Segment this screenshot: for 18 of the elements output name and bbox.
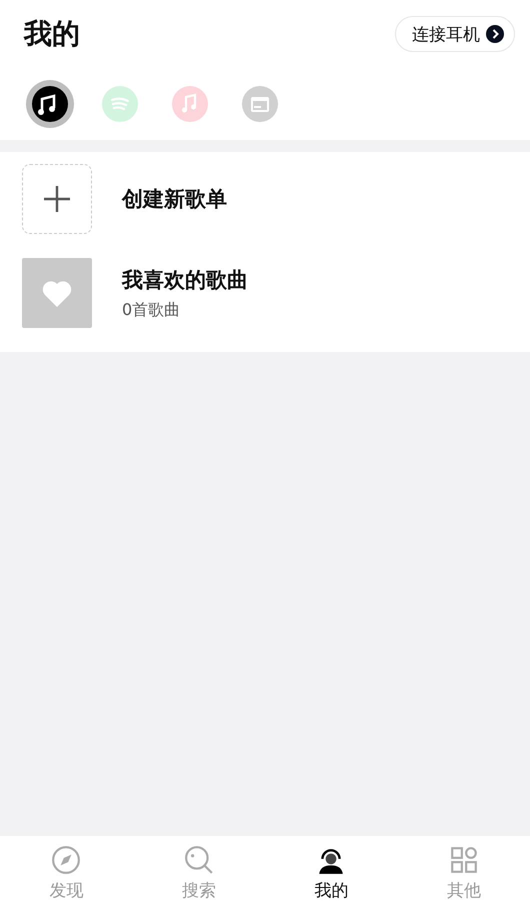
connect-headphones-button[interactable]: 连接耳机 (395, 16, 515, 52)
music-note-icon (172, 86, 208, 122)
folder-icon (242, 86, 278, 122)
playlist-cover[interactable] (22, 258, 92, 328)
compass-icon (51, 844, 82, 874)
heart-icon (42, 280, 72, 306)
grid-icon (448, 844, 479, 874)
chevron-icon (486, 25, 504, 43)
music-note-icon (32, 86, 68, 122)
playlist-title[interactable]: 创建新歌单 (122, 185, 227, 213)
search-icon (184, 844, 214, 874)
playlist-title[interactable]: 我喜欢的歌曲 (122, 266, 248, 294)
plus-icon (43, 185, 71, 213)
song-count: 0首歌曲 (122, 300, 182, 320)
page-title: 我的 (24, 16, 80, 52)
sound-waves-icon (102, 86, 138, 122)
create-playlist-tile[interactable] (22, 164, 92, 234)
source-tab[interactable] (26, 80, 74, 128)
